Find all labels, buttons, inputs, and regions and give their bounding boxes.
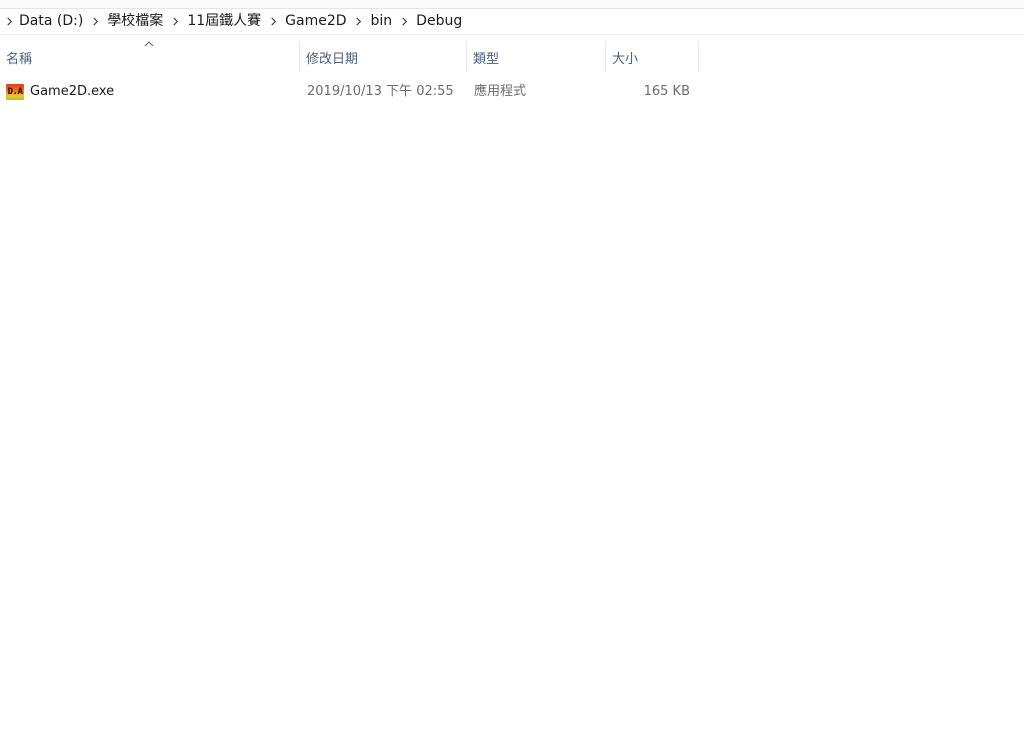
file-row[interactable]: D.A Game2D.exe 2019/10/13 下午 02:55 應用程式 …: [0, 80, 700, 104]
column-header-name[interactable]: 名稱: [0, 42, 300, 72]
breadcrumb-item-debug[interactable]: Debug: [415, 9, 463, 34]
file-name[interactable]: Game2D.exe: [30, 80, 114, 104]
chevron-right-icon[interactable]: [262, 9, 284, 34]
column-header-name-label: 名稱: [6, 51, 33, 67]
chevron-right-icon[interactable]: [84, 9, 106, 34]
column-header-date-label: 修改日期: [306, 51, 359, 67]
column-header-date-modified[interactable]: 修改日期: [300, 42, 467, 72]
column-header-row: 名稱 修改日期 類型 大小: [0, 41, 700, 72]
chevron-right-icon[interactable]: [0, 9, 18, 34]
column-header-size[interactable]: 大小: [606, 42, 699, 72]
breadcrumb-item-drive[interactable]: Data (D:): [18, 9, 84, 34]
file-size: 165 KB: [643, 84, 690, 99]
file-date-modified: 2019/10/13 下午 02:55: [307, 84, 454, 99]
file-explorer-window: Data (D:) 學校檔案 11屆鐵人賽 Game2D bin Debug 名…: [0, 0, 1024, 740]
file-type: 應用程式: [474, 84, 527, 99]
column-header-size-label: 大小: [612, 51, 639, 67]
chevron-right-icon[interactable]: [164, 9, 186, 34]
app-exe-icon: D.A: [6, 84, 24, 100]
chevron-right-icon[interactable]: [348, 9, 370, 34]
chevron-right-icon[interactable]: [393, 9, 415, 34]
breadcrumb-item-ironman[interactable]: 11屆鐵人賽: [186, 9, 262, 34]
breadcrumb-item-game2d[interactable]: Game2D: [284, 9, 347, 34]
column-header-type[interactable]: 類型: [467, 42, 606, 72]
breadcrumb[interactable]: Data (D:) 學校檔案 11屆鐵人賽 Game2D bin Debug: [0, 9, 1024, 35]
title-bar-strip: [0, 0, 1024, 9]
breadcrumb-item-bin[interactable]: bin: [370, 9, 394, 34]
column-header-type-label: 類型: [473, 51, 500, 67]
breadcrumb-item-school-files[interactable]: 學校檔案: [106, 9, 164, 34]
